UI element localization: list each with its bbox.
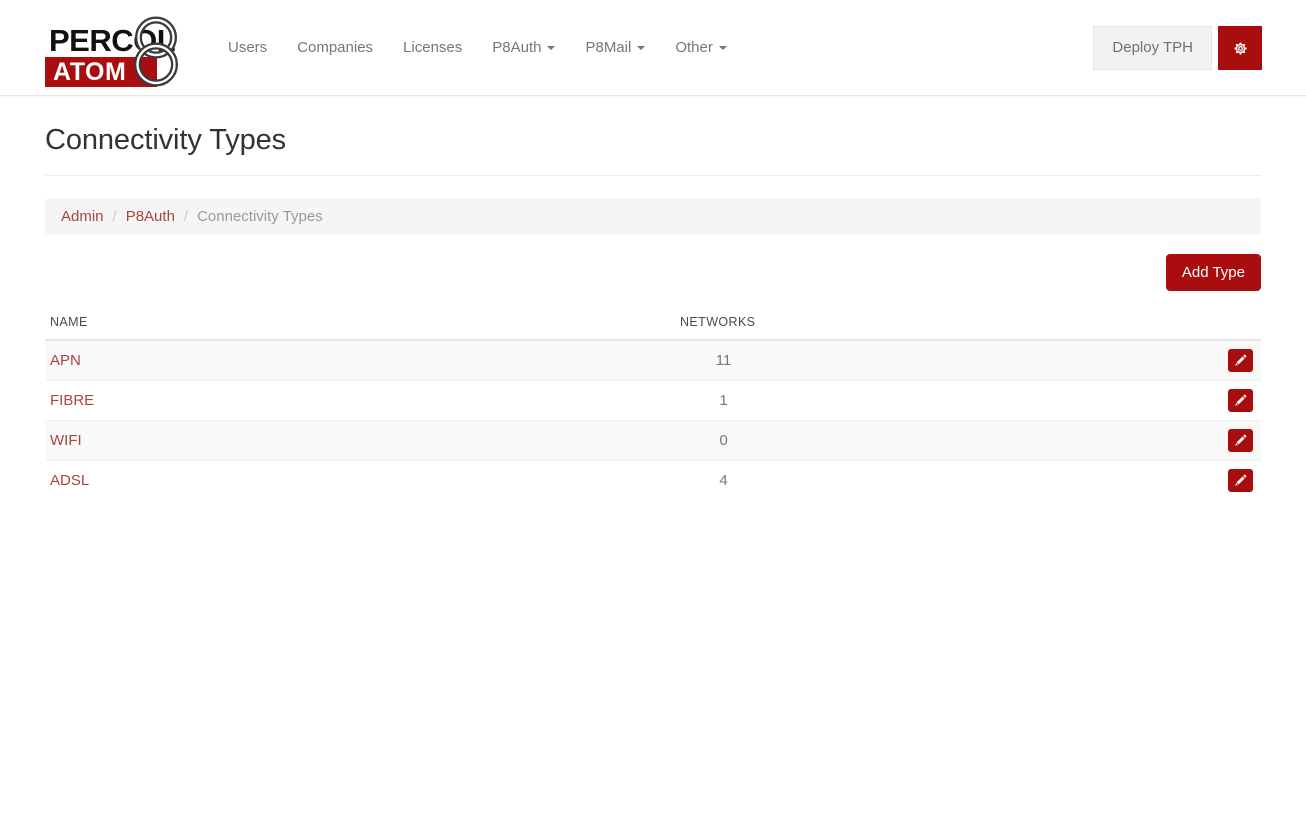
edit-button[interactable] bbox=[1228, 429, 1253, 452]
chevron-down-icon bbox=[718, 45, 727, 50]
connectivity-type-link[interactable]: WIFI bbox=[50, 432, 82, 449]
table-body: APN 11 FIBRE 1 WIFI 0 ADSL 4 bbox=[45, 340, 1261, 500]
cell-name: APN bbox=[45, 340, 675, 381]
navbar-right-actions: Deploy TPH bbox=[1093, 26, 1262, 70]
cell-name: WIFI bbox=[45, 420, 675, 461]
actions-row: Add Type bbox=[45, 254, 1261, 291]
cell-name: FIBRE bbox=[45, 380, 675, 421]
chevron-down-icon bbox=[637, 45, 646, 50]
nav-item-p8auth[interactable]: P8Auth bbox=[477, 29, 570, 66]
breadcrumb-separator: / bbox=[112, 208, 117, 225]
nav-item-licenses[interactable]: Licenses bbox=[388, 29, 477, 66]
gear-icon bbox=[1233, 41, 1247, 55]
edit-button[interactable] bbox=[1228, 389, 1253, 412]
cell-actions bbox=[775, 420, 1261, 461]
cell-actions bbox=[775, 460, 1261, 500]
nav-item-p8mail[interactable]: P8Mail bbox=[570, 29, 660, 66]
add-type-button[interactable]: Add Type bbox=[1165, 254, 1261, 291]
page-title: Connectivity Types bbox=[45, 124, 1261, 176]
settings-button[interactable] bbox=[1218, 26, 1262, 70]
column-header-name: NAME bbox=[45, 311, 675, 341]
table-row: WIFI 0 bbox=[45, 420, 1261, 461]
nav-item-users[interactable]: Users bbox=[213, 29, 282, 66]
nav-item-companies[interactable]: Companies bbox=[282, 29, 388, 66]
nav-item-label: Other bbox=[675, 39, 713, 56]
column-header-actions bbox=[775, 311, 1261, 341]
cell-networks: 0 bbox=[675, 420, 775, 461]
table-row: APN 11 bbox=[45, 340, 1261, 381]
nav-item-label: P8Auth bbox=[492, 39, 542, 56]
table-header: NAME NETWORKS bbox=[45, 311, 1261, 341]
deploy-tph-button[interactable]: Deploy TPH bbox=[1093, 26, 1212, 70]
breadcrumb-item-p8auth[interactable]: P8Auth bbox=[126, 208, 175, 225]
breadcrumb-item-admin[interactable]: Admin bbox=[61, 208, 104, 225]
breadcrumb: Admin / P8Auth / Connectivity Types bbox=[45, 198, 1261, 235]
pencil-icon bbox=[1235, 394, 1247, 406]
connectivity-type-link[interactable]: ADSL bbox=[50, 472, 89, 489]
edit-button[interactable] bbox=[1228, 469, 1253, 492]
cell-networks: 11 bbox=[715, 352, 732, 369]
table-row: FIBRE 1 bbox=[45, 380, 1261, 421]
page-container: Connectivity Types Admin / P8Auth / Conn… bbox=[45, 124, 1261, 500]
pencil-icon bbox=[1235, 434, 1247, 446]
table-header-row: NAME NETWORKS bbox=[45, 311, 1261, 341]
breadcrumb-separator: / bbox=[183, 208, 189, 225]
edit-button[interactable] bbox=[1228, 349, 1253, 372]
connectivity-type-link[interactable]: APN bbox=[50, 352, 81, 369]
brand-logo-atom-text: ATOM bbox=[53, 57, 127, 86]
nav-item-label: Users bbox=[228, 39, 268, 56]
brand-logo-eight-icon bbox=[134, 16, 178, 86]
pencil-icon bbox=[1235, 474, 1247, 486]
top-navbar: PERCOL ATOM Users Companies Licenses P8A… bbox=[0, 0, 1306, 96]
chevron-down-icon bbox=[547, 45, 556, 50]
main-navigation: Users Companies Licenses P8Auth P8Mail O… bbox=[213, 29, 742, 66]
table-row: ADSL 4 bbox=[45, 460, 1261, 500]
nav-item-label: P8Mail bbox=[585, 39, 632, 56]
nav-item-label: Licenses bbox=[403, 39, 463, 56]
column-header-networks: NETWORKS bbox=[675, 311, 775, 341]
nav-item-other[interactable]: Other bbox=[660, 29, 742, 66]
cell-actions bbox=[775, 380, 1261, 421]
breadcrumb-item-current: Connectivity Types bbox=[197, 208, 323, 225]
cell-networks: 4 bbox=[675, 460, 775, 500]
cell-name: ADSL bbox=[45, 460, 675, 500]
cell-actions bbox=[775, 340, 1261, 381]
cell-networks: 1 bbox=[675, 380, 775, 421]
brand-logo[interactable]: PERCOL ATOM bbox=[45, 13, 185, 87]
nav-item-label: Companies bbox=[297, 39, 374, 56]
connectivity-type-link[interactable]: FIBRE bbox=[50, 392, 94, 409]
connectivity-types-table: NAME NETWORKS APN 11 FIBRE 1 WIFI 0 ADSL… bbox=[45, 311, 1261, 500]
pencil-icon bbox=[1235, 354, 1247, 366]
